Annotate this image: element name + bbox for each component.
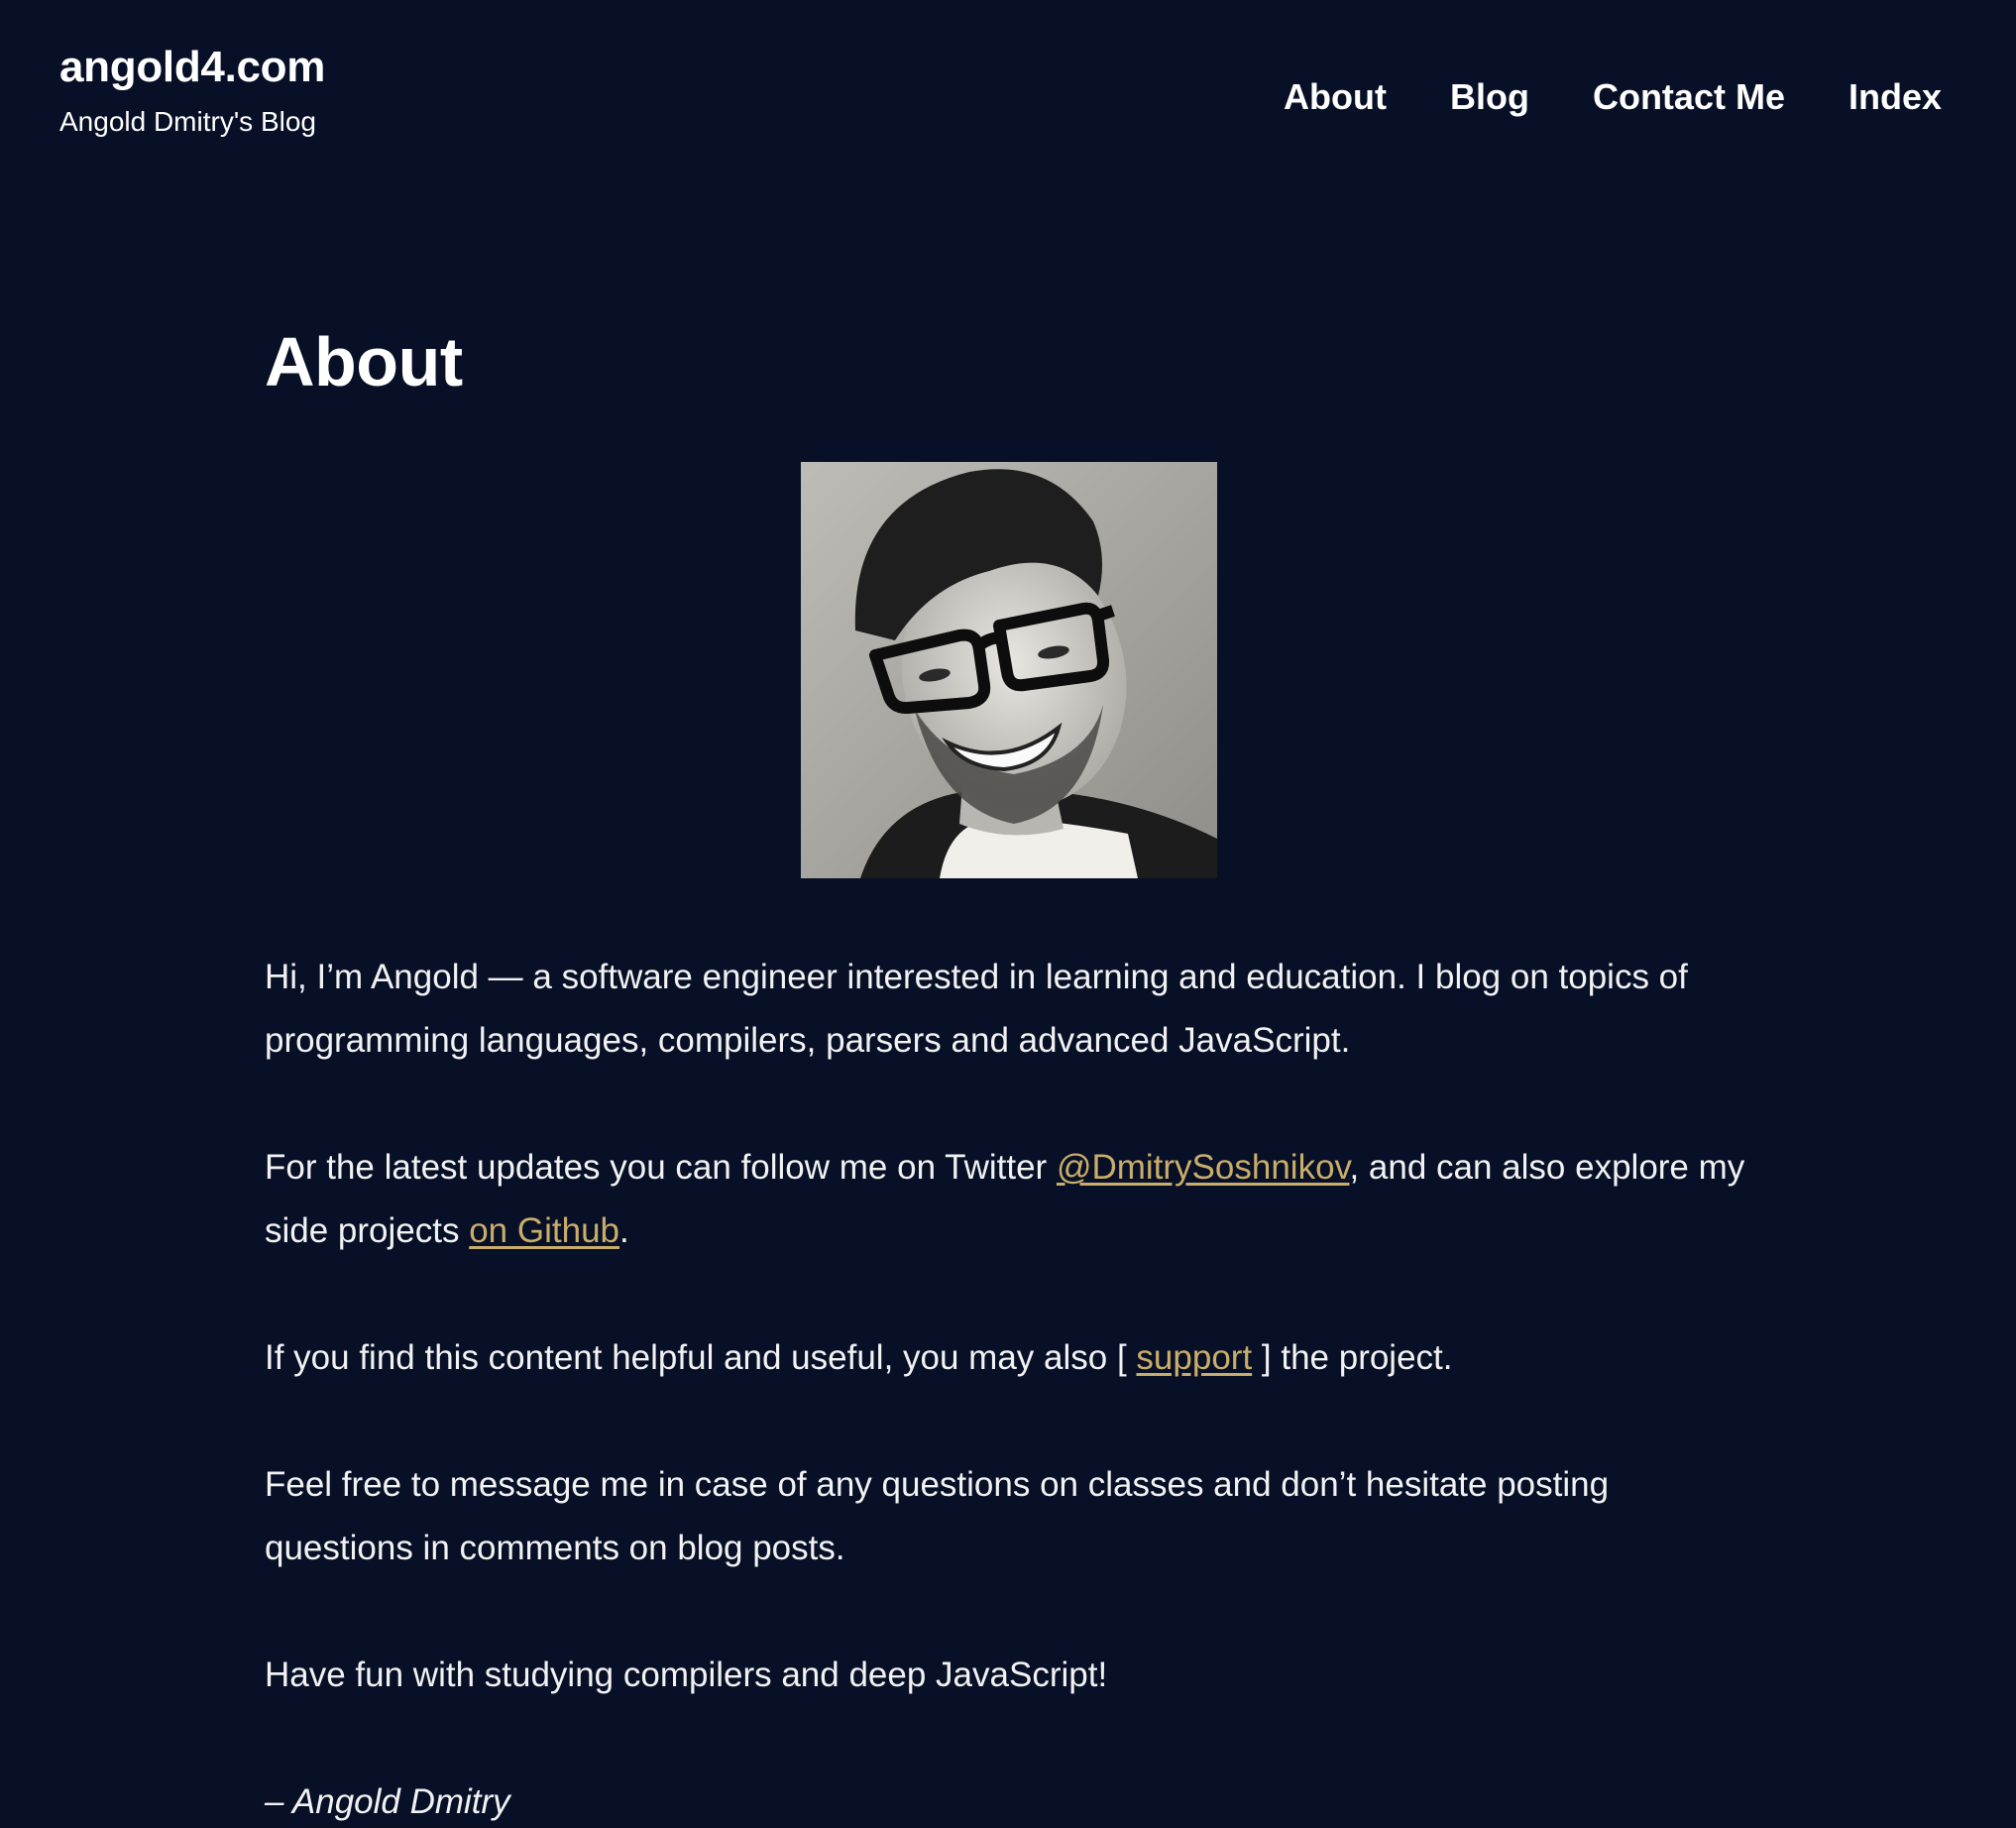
closing-paragraph: Have fun with studying compilers and dee… [265, 1656, 1108, 1694]
support-paragraph: If you find this content helpful and use… [265, 1326, 1751, 1390]
contact-paragraph: Feel free to message me in case of any q… [265, 1465, 1610, 1567]
social-text-after: . [619, 1211, 629, 1250]
nav-link-about[interactable]: About [1284, 73, 1387, 121]
support-text-before: If you find this content helpful and use… [265, 1338, 1137, 1377]
page-title: About [265, 323, 463, 400]
social-paragraph: For the latest updates you can follow me… [265, 1136, 1751, 1263]
brand: angold4.com Angold Dmitry's Blog [59, 40, 325, 139]
intro-paragraph: Hi, I’m Angold — a software engineer int… [265, 958, 1688, 1060]
main-nav: About Blog Contact Me Index [1284, 73, 1942, 121]
site-title-link[interactable]: angold4.com [59, 40, 325, 95]
social-text-before: For the latest updates you can follow me… [265, 1148, 1057, 1187]
signature: – Angold Dmitry [265, 1782, 510, 1821]
nav-link-index[interactable]: Index [1848, 73, 1942, 121]
page: angold4.com Angold Dmitry's Blog About B… [0, 0, 2016, 1828]
site-subtitle: Angold Dmitry's Blog [59, 106, 316, 137]
portrait-photo-icon [801, 462, 1217, 878]
nav-link-blog[interactable]: Blog [1450, 73, 1529, 121]
about-body: Hi, I’m Angold — a software engineer int… [265, 946, 1751, 1828]
support-link[interactable]: support [1136, 1338, 1252, 1377]
twitter-link[interactable]: @DmitrySoshnikov [1057, 1148, 1350, 1187]
site-header: angold4.com Angold Dmitry's Blog About B… [0, 0, 2016, 178]
github-link[interactable]: on Github [469, 1211, 619, 1250]
main-content: About Hi, I’m Angold — a software engine… [265, 317, 1751, 1821]
support-text-after: ] the project. [1252, 1338, 1453, 1377]
nav-link-contact[interactable]: Contact Me [1593, 73, 1785, 121]
avatar [801, 462, 1217, 878]
